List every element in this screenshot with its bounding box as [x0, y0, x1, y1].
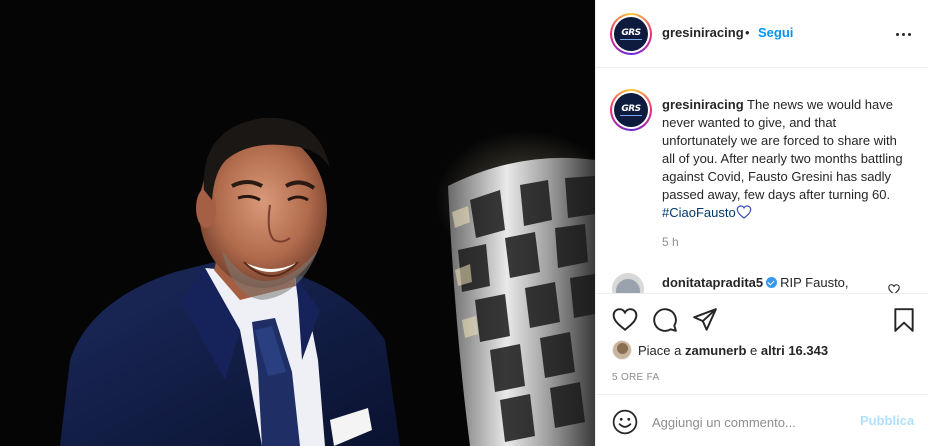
comment-body: RIP Fausto, [780, 275, 849, 290]
hashtag-link[interactable]: #CiaoFausto [662, 205, 736, 220]
post-header: GRS gresiniracing • Segui [596, 0, 928, 68]
liker-username[interactable]: zamunerb [685, 343, 746, 358]
comment-bubble-icon[interactable] [652, 307, 678, 333]
follow-button[interactable]: Segui [758, 25, 793, 40]
avatar-logo-text: GRS [621, 28, 641, 38]
heart-outline-icon[interactable] [612, 307, 638, 333]
caption-timestamp[interactable]: 5 h [662, 235, 679, 249]
caption-body: The news we would have never wanted to g… [662, 97, 903, 202]
comment-like-icon[interactable] [888, 282, 900, 293]
heart-outline-icon [736, 205, 752, 224]
commenter-username[interactable]: donitatapradita5 [662, 275, 763, 290]
publish-button[interactable]: Pubblica [860, 413, 914, 428]
post-date[interactable]: 5 ORE FA [612, 372, 659, 383]
paper-plane-icon[interactable] [692, 307, 718, 333]
action-bar [596, 293, 928, 345]
likes-others-count[interactable]: altri 16.343 [761, 343, 828, 358]
caption-username[interactable]: gresiniracing [662, 97, 744, 112]
liker-avatar[interactable] [612, 340, 632, 360]
author-avatar[interactable]: GRS [610, 13, 652, 55]
post-side-panel: GRS gresiniracing • Segui GRS gresinirac… [595, 0, 928, 446]
comment-input[interactable] [652, 413, 852, 431]
separator-dot: • [745, 25, 750, 40]
avatar-logo-text: GRS [621, 104, 641, 114]
post-photo[interactable] [0, 0, 595, 446]
comment-item: donitatapradita5 RIP Fausto, [596, 271, 928, 293]
commenter-avatar[interactable] [612, 273, 644, 293]
bookmark-icon[interactable] [891, 307, 917, 333]
likes-conjunction: e [746, 343, 761, 358]
comments-area[interactable]: GRS gresiniracing The news we would have… [596, 69, 928, 293]
photo-image [0, 0, 595, 446]
author-username[interactable]: gresiniracing [662, 25, 744, 40]
caption-text: gresiniracing The news we would have nev… [662, 96, 904, 224]
likes-text: Piace a zamunerb e altri 16.343 [638, 343, 828, 358]
more-horizontal-icon[interactable] [892, 26, 916, 42]
verified-badge-icon [766, 277, 778, 288]
smiley-icon[interactable] [612, 409, 638, 435]
likes-prefix: Piace a [638, 343, 685, 358]
comment-text: donitatapradita5 RIP Fausto, [662, 275, 849, 290]
add-comment-bar: Pubblica [596, 394, 928, 446]
caption-author-avatar[interactable]: GRS [610, 89, 652, 131]
